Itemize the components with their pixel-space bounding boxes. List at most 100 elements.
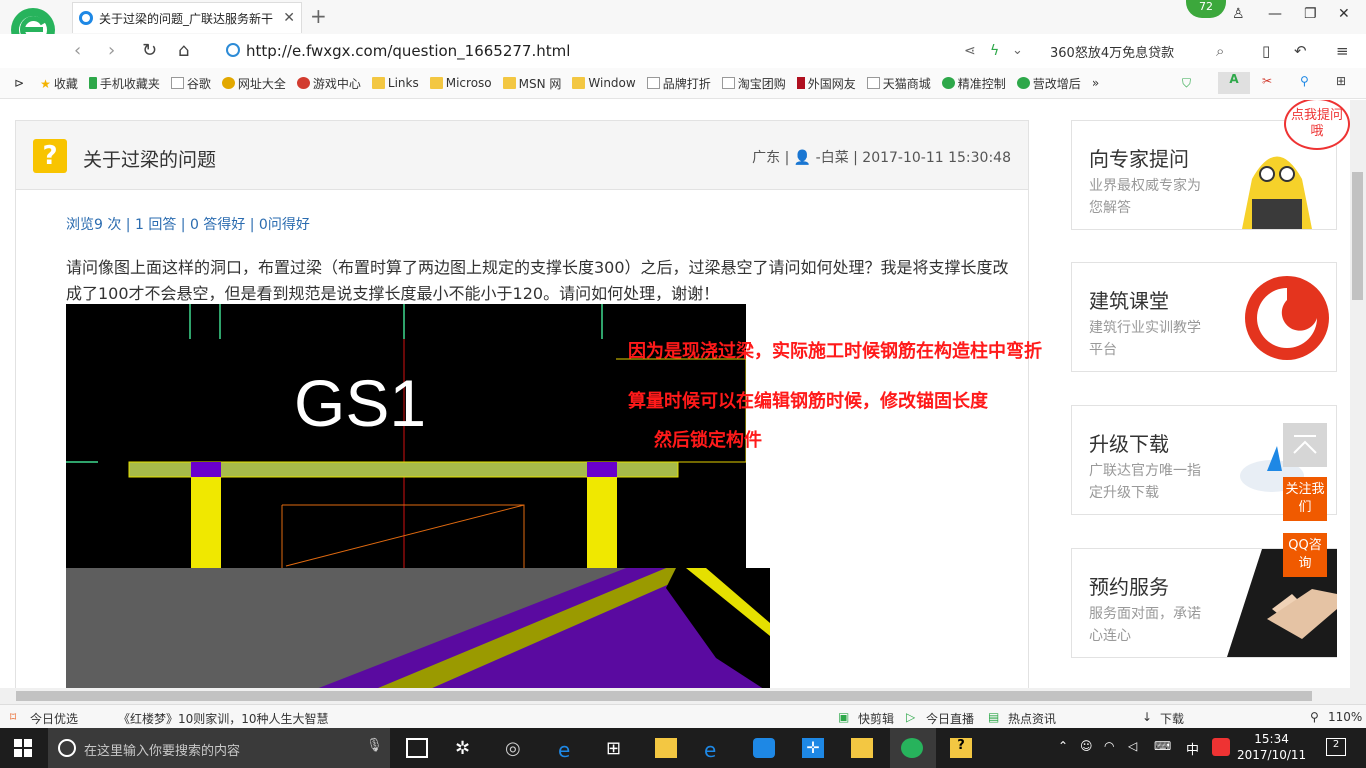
- keyboard-icon[interactable]: ⌨: [1154, 739, 1171, 753]
- video-clip-icon: ▣: [838, 710, 850, 724]
- file-explorer-icon[interactable]: [655, 738, 677, 758]
- cross-app-icon[interactable]: ✛: [802, 738, 824, 758]
- answer-annotation-line-2: 算量时候可以在编辑钢筋时候，修改锚固长度: [628, 391, 988, 412]
- question-header: ? 关于过梁的问题 广东 | 👤 -白菜 | 2017-10-11 15:30:…: [16, 121, 1028, 190]
- bookmark-item[interactable]: 网址大全: [221, 75, 286, 92]
- cad-gs1-label: GS1: [294, 366, 426, 440]
- search-suggestion-text[interactable]: 360怒放4万免息贷款: [1050, 42, 1174, 61]
- chevron-down-icon[interactable]: ⌄: [1012, 43, 1023, 58]
- restore-button[interactable]: ❐: [1304, 6, 1317, 22]
- page-content: ? 关于过梁的问题 广东 | 👤 -白菜 | 2017-10-11 15:30:…: [0, 100, 1350, 688]
- edge-icon[interactable]: e: [558, 738, 580, 762]
- question-mark-icon: ?: [33, 139, 67, 173]
- wechat-icon: [1016, 77, 1030, 89]
- taskbar-search-input[interactable]: 在这里输入你要搜索的内容 🎙: [48, 728, 390, 768]
- fan-app-icon[interactable]: ✲: [455, 738, 477, 759]
- secure-shield-icon: [226, 43, 240, 57]
- back-button[interactable]: ‹: [74, 40, 81, 61]
- browser-tab[interactable]: 关于过梁的问题_广联达服务新干 ✕: [72, 2, 302, 33]
- tray-expand-icon[interactable]: ⌃: [1058, 739, 1068, 753]
- qq-consult-button[interactable]: QQ咨询: [1283, 533, 1327, 577]
- undo-icon[interactable]: ↶: [1294, 42, 1307, 60]
- question-title: 关于过梁的问题: [83, 149, 217, 171]
- wifi-icon[interactable]: ◠: [1104, 739, 1114, 753]
- minimize-button[interactable]: —: [1268, 6, 1282, 22]
- magnifier-icon[interactable]: ⚲: [1300, 74, 1309, 88]
- download-link[interactable]: 下载: [1160, 710, 1184, 727]
- folder-icon: [502, 77, 516, 89]
- bookmark-item[interactable]: Microso: [429, 76, 492, 90]
- sogou-icon[interactable]: [1212, 738, 1230, 756]
- notes-app-icon[interactable]: [851, 738, 873, 758]
- translate-icon[interactable]: A: [1218, 72, 1250, 94]
- bookmark-item[interactable]: ★ 收藏: [40, 75, 78, 92]
- task-view-icon[interactable]: [406, 738, 428, 758]
- building-class-card[interactable]: 建筑课堂 建筑行业实训教学平台: [1071, 262, 1337, 372]
- bookmark-item[interactable]: 游戏中心: [296, 75, 361, 92]
- question-stats[interactable]: 浏览9 次 | 1 回答 | 0 答得好 | 0问得好: [66, 214, 310, 234]
- game-icon: [296, 77, 310, 89]
- new-tab-button[interactable]: +: [310, 4, 327, 28]
- shirt-skin-icon[interactable]: ♙: [1232, 6, 1245, 22]
- card-subtitle: 广联达官方唯一指定升级下载: [1089, 463, 1201, 501]
- lightning-icon[interactable]: ϟ: [990, 43, 999, 59]
- help-app-icon[interactable]: ?: [950, 738, 972, 758]
- arrow-up-icon: [1293, 435, 1317, 454]
- close-button[interactable]: ✕: [1338, 6, 1350, 22]
- volume-icon[interactable]: ◁: [1128, 739, 1137, 753]
- back-to-top-button[interactable]: [1283, 423, 1327, 467]
- notification-center-icon[interactable]: 2: [1326, 738, 1346, 756]
- share-icon[interactable]: ⋖: [964, 43, 976, 59]
- bookmark-item[interactable]: 谷歌: [170, 75, 211, 92]
- windows-start-icon[interactable]: [14, 739, 32, 757]
- bookmark-item[interactable]: Window: [572, 76, 636, 90]
- bookmark-item[interactable]: 营改增后: [1016, 75, 1081, 92]
- system-clock[interactable]: 15:34 2017/10/11: [1237, 731, 1306, 763]
- menu-icon[interactable]: ≡: [1336, 42, 1349, 60]
- shield-icon[interactable]: ⛉: [1182, 76, 1191, 91]
- user-level-badge[interactable]: 72: [1186, 0, 1226, 18]
- store-icon[interactable]: ⊞: [606, 738, 628, 759]
- apps-grid-icon[interactable]: ⊞: [1336, 74, 1346, 88]
- ie-icon[interactable]: e: [704, 738, 726, 762]
- horizontal-scroll-thumb[interactable]: [16, 691, 1312, 701]
- sidebar-toggle-icon[interactable]: ⊳: [14, 76, 24, 90]
- phone-icon: [88, 77, 97, 89]
- tray-people-icon[interactable]: ☺: [1080, 739, 1093, 753]
- g-app-icon[interactable]: [753, 738, 775, 758]
- bookmark-item[interactable]: Links: [371, 76, 419, 90]
- zoom-level[interactable]: 110%: [1328, 710, 1362, 724]
- scissors-icon[interactable]: ✂: [1262, 74, 1272, 88]
- search-icon[interactable]: ⌕: [1216, 42, 1224, 60]
- forward-button[interactable]: ›: [108, 40, 115, 61]
- quick-clip-link[interactable]: 快剪辑: [858, 710, 894, 727]
- bookmark-item[interactable]: 外国网友: [796, 75, 856, 92]
- bookmark-item[interactable]: 精准控制: [941, 75, 1006, 92]
- ime-indicator[interactable]: 中: [1186, 739, 1199, 758]
- phone-icon[interactable]: ▯: [1262, 42, 1270, 60]
- bookmark-item[interactable]: 淘宝团购: [721, 75, 786, 92]
- bookmark-item[interactable]: 手机收藏夹: [88, 75, 160, 92]
- hot-news-link[interactable]: 热点资讯: [1008, 710, 1056, 727]
- follow-us-button[interactable]: 关注我们: [1283, 477, 1327, 521]
- ask-me-bubble[interactable]: 点我提问哦: [1284, 100, 1350, 150]
- home-button[interactable]: ⌂: [178, 40, 189, 61]
- cortana-icon: [58, 739, 76, 757]
- card-title: 预约服务: [1089, 575, 1169, 599]
- vertical-scroll-thumb[interactable]: [1352, 172, 1363, 300]
- browser-taskbar-icon: [901, 738, 923, 758]
- bookmark-item[interactable]: 天猫商城: [866, 75, 931, 92]
- bookmarks-overflow-icon[interactable]: »: [1092, 76, 1099, 90]
- news-ticker-link[interactable]: 《红楼梦》10则家训，10种人生大智慧: [118, 710, 329, 727]
- card-title: 向专家提问: [1089, 147, 1189, 171]
- address-bar-row: ‹ › ↻ ⌂ http://e.fwxgx.com/question_1665…: [0, 34, 1366, 68]
- today-picks-link[interactable]: 今日优选: [30, 710, 78, 727]
- today-live-link[interactable]: 今日直播: [926, 710, 974, 727]
- refresh-button[interactable]: ↻: [142, 40, 157, 61]
- bookmark-item[interactable]: 品牌打折: [646, 75, 711, 92]
- microphone-icon[interactable]: 🎙: [366, 738, 383, 753]
- url-input[interactable]: http://e.fwxgx.com/question_1665277.html: [224, 40, 934, 64]
- bookmark-item[interactable]: MSN 网: [502, 75, 561, 92]
- tab-close-icon[interactable]: ✕: [283, 10, 295, 26]
- spiral-app-icon[interactable]: ◎: [505, 738, 527, 759]
